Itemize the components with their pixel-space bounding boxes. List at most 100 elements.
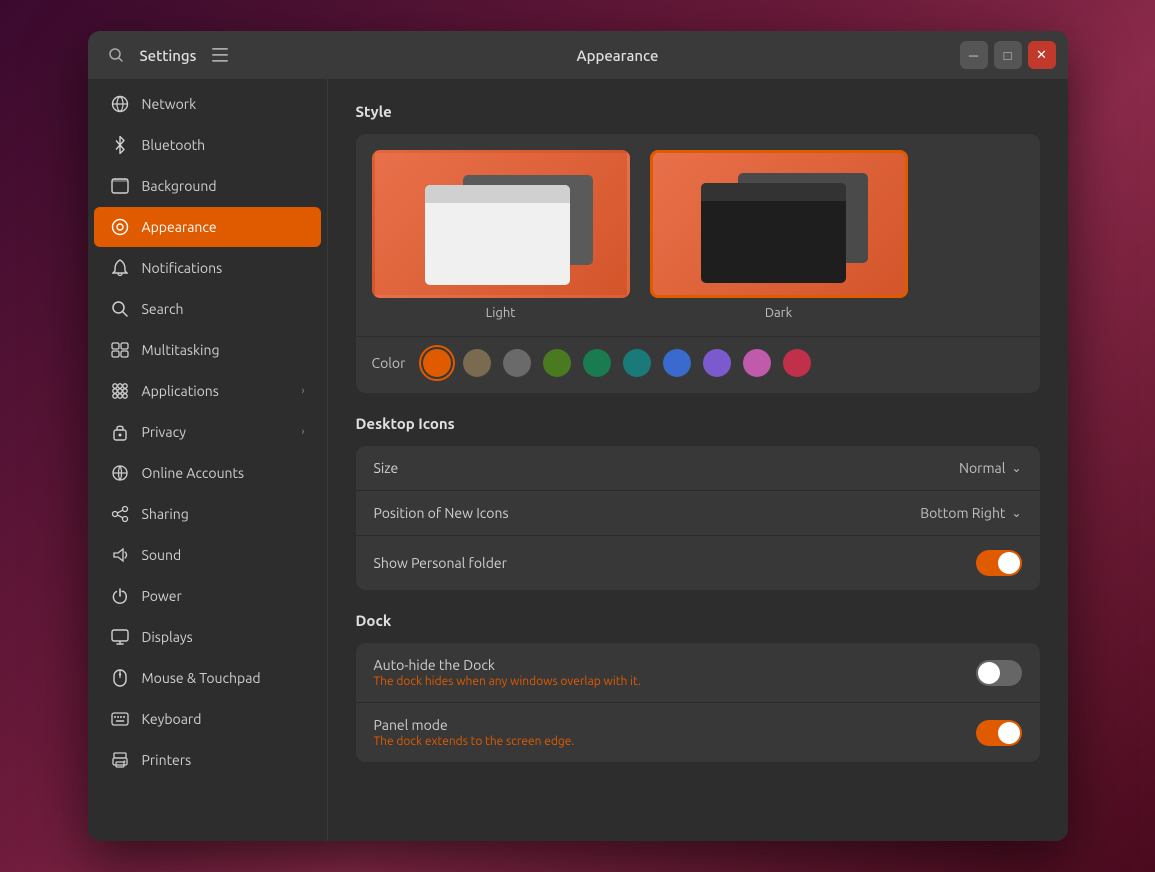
sidebar-item-applications[interactable]: Applications› — [94, 371, 321, 411]
close-button[interactable]: ✕ — [1028, 41, 1056, 69]
desktop-icons-card: Size Normal ⌄ Position of New Icons Bott… — [356, 446, 1040, 590]
sidebar-label-appearance: Appearance — [142, 219, 305, 235]
keyboard-icon — [110, 709, 130, 729]
personal-folder-toggle[interactable] — [976, 550, 1022, 576]
sidebar-item-displays[interactable]: Displays — [94, 617, 321, 657]
sidebar-label-mouse-touchpad: Mouse & Touchpad — [142, 670, 305, 686]
position-row: Position of New Icons Bottom Right ⌄ — [356, 491, 1040, 536]
panel-mode-row: Panel mode The dock extends to the scree… — [356, 703, 1040, 762]
mouse-touchpad-icon — [110, 668, 130, 688]
style-grid: Light Dark — [356, 134, 1040, 336]
position-chevron-icon: ⌄ — [1011, 506, 1021, 520]
sidebar-label-power: Power — [142, 588, 305, 604]
style-preview-light — [372, 150, 630, 298]
sidebar-label-network: Network — [142, 96, 305, 112]
sidebar-label-sharing: Sharing — [142, 506, 305, 522]
multitasking-icon — [110, 340, 130, 360]
size-label: Size — [374, 460, 959, 476]
sidebar-label-printers: Printers — [142, 752, 305, 768]
applications-icon — [110, 381, 130, 401]
settings-window: Settings Appearance ─ □ ✕ Network Bluetoo… — [88, 31, 1068, 841]
background-icon — [110, 176, 130, 196]
search-button[interactable] — [100, 39, 132, 71]
color-row: Color — [356, 336, 1040, 393]
sidebar-label-background: Background — [142, 178, 305, 194]
color-dot-gray[interactable] — [503, 349, 531, 377]
sidebar-item-power[interactable]: Power — [94, 576, 321, 616]
displays-icon — [110, 627, 130, 647]
position-label: Position of New Icons — [374, 505, 921, 521]
appearance-icon — [110, 217, 130, 237]
sidebar-item-privacy[interactable]: Privacy › — [94, 412, 321, 452]
style-option-light[interactable]: Light — [372, 150, 630, 320]
dock-title: Dock — [356, 612, 1040, 629]
power-icon — [110, 586, 130, 606]
minimize-button[interactable]: ─ — [960, 41, 988, 69]
privacy-chevron-icon: › — [301, 426, 304, 438]
color-dot-teal[interactable] — [623, 349, 651, 377]
panel-mode-toggle[interactable] — [976, 720, 1022, 746]
page-title: Appearance — [300, 47, 936, 64]
bluetooth-icon — [110, 135, 130, 155]
sidebar-label-displays: Displays — [142, 629, 305, 645]
sidebar-item-online-accounts[interactable]: Online Accounts — [94, 453, 321, 493]
sidebar-item-sound[interactable]: Sound — [94, 535, 321, 575]
personal-folder-toggle-knob — [998, 552, 1020, 574]
color-dot-green[interactable] — [543, 349, 571, 377]
menu-button[interactable] — [204, 39, 236, 71]
titlebar: Settings Appearance ─ □ ✕ — [88, 31, 1068, 79]
autohide-toggle-knob — [978, 662, 1000, 684]
sharing-icon — [110, 504, 130, 524]
personal-folder-label: Show Personal folder — [374, 555, 976, 571]
style-section-title: Style — [356, 103, 1040, 120]
sidebar-item-appearance[interactable]: Appearance — [94, 207, 321, 247]
desktop-icons-title: Desktop Icons — [356, 415, 1040, 432]
sidebar-item-background[interactable]: Background — [94, 166, 321, 206]
color-dot-purple[interactable] — [703, 349, 731, 377]
autohide-row: Auto-hide the Dock The dock hides when a… — [356, 643, 1040, 703]
sidebar-item-bluetooth[interactable]: Bluetooth — [94, 125, 321, 165]
sidebar-label-search: Search — [142, 301, 305, 317]
sidebar-label-keyboard: Keyboard — [142, 711, 305, 727]
style-label-dark: Dark — [765, 306, 792, 320]
privacy-icon — [110, 422, 130, 442]
sidebar-item-notifications[interactable]: Notifications — [94, 248, 321, 288]
style-label-light: Light — [486, 306, 516, 320]
sidebar-item-keyboard[interactable]: Keyboard — [94, 699, 321, 739]
search-icon — [110, 299, 130, 319]
color-dot-teal-dark[interactable] — [583, 349, 611, 377]
color-dot-orange[interactable] — [423, 349, 451, 377]
style-option-dark[interactable]: Dark — [650, 150, 908, 320]
panel-mode-label: Panel mode — [374, 717, 575, 733]
panel-mode-sublabel: The dock extends to the screen edge. — [374, 735, 575, 748]
sidebar-item-mouse-touchpad[interactable]: Mouse & Touchpad — [94, 658, 321, 698]
color-dot-tan[interactable] — [463, 349, 491, 377]
color-dot-red[interactable] — [783, 349, 811, 377]
sidebar-item-sharing[interactable]: Sharing — [94, 494, 321, 534]
sidebar-item-search[interactable]: Search — [94, 289, 321, 329]
applications-chevron-icon: › — [301, 385, 304, 397]
size-value[interactable]: Normal ⌄ — [959, 460, 1022, 476]
sidebar-item-printers[interactable]: Printers — [94, 740, 321, 780]
notifications-icon — [110, 258, 130, 278]
sidebar-item-network[interactable]: Network — [94, 84, 321, 124]
settings-title: Settings — [140, 47, 197, 64]
sidebar-item-multitasking[interactable]: Multitasking — [94, 330, 321, 370]
color-dot-pink[interactable] — [743, 349, 771, 377]
maximize-button[interactable]: □ — [994, 41, 1022, 69]
autohide-label: Auto-hide the Dock — [374, 657, 641, 673]
color-dot-blue[interactable] — [663, 349, 691, 377]
personal-folder-row: Show Personal folder — [356, 536, 1040, 590]
position-value[interactable]: Bottom Right ⌄ — [920, 505, 1021, 521]
panel-mode-toggle-knob — [998, 722, 1020, 744]
main-content: Style Light — [328, 79, 1068, 841]
printers-icon — [110, 750, 130, 770]
sidebar-label-sound: Sound — [142, 547, 305, 563]
network-icon — [110, 94, 130, 114]
autohide-toggle[interactable] — [976, 660, 1022, 686]
dock-card: Auto-hide the Dock The dock hides when a… — [356, 643, 1040, 762]
content-area: Network Bluetooth Background Appearance Noti… — [88, 79, 1068, 841]
sidebar-label-privacy: Privacy — [142, 424, 290, 440]
sidebar-label-notifications: Notifications — [142, 260, 305, 276]
sidebar: Network Bluetooth Background Appearance Noti… — [88, 79, 328, 841]
